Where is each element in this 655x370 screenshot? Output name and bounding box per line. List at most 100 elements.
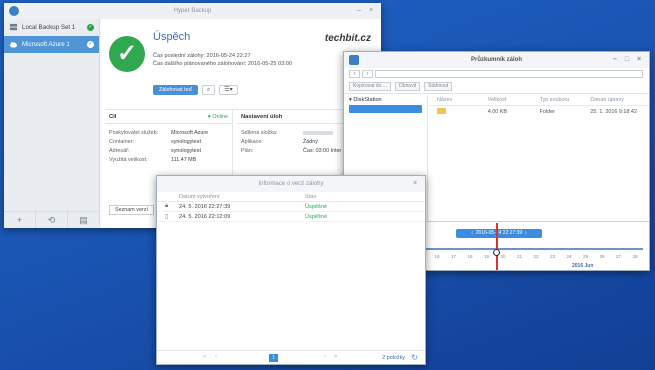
- explorer-titlebar[interactable]: Průzkumník záloh – □ ×: [344, 52, 649, 68]
- table-row[interactable]: 4.00 KB Folder 25. 1. 2016 9:18:42: [429, 106, 649, 117]
- timeline-marker: [496, 223, 498, 270]
- download-button[interactable]: Stáhnout: [424, 82, 453, 91]
- tree-root[interactable]: ▾ DiskStation: [344, 95, 427, 105]
- forward-icon[interactable]: ›: [362, 69, 373, 78]
- timeline-tick-label: 20: [500, 254, 506, 259]
- success-check-icon: ✓: [87, 41, 94, 48]
- maximize-icon[interactable]: □: [623, 56, 631, 64]
- next-backup-time: Čas dalšího plánovaného zálohování: 2016…: [153, 61, 293, 67]
- explorer-navigation: ‹ ›: [344, 68, 649, 79]
- page-number[interactable]: 1: [269, 354, 278, 362]
- document-icon: ▯: [165, 214, 169, 220]
- online-status: ● Online: [207, 113, 228, 120]
- back-icon[interactable]: ‹: [349, 69, 360, 78]
- success-check-icon: ✓: [87, 24, 94, 31]
- target-row: Adresář: synologytest: [105, 146, 232, 155]
- version-list-header: Datum vytvoření Stav: [157, 192, 425, 202]
- target-row: Poskytovatel služeb: Microsoft Azure: [105, 128, 232, 137]
- row-value: Čas: 03:00 Inter: [303, 147, 342, 154]
- item-count: 2 položky: [382, 355, 405, 361]
- cloud-icon: [9, 42, 18, 48]
- row-key: Sdílená složka:: [241, 129, 278, 136]
- version-status: Úspěšné: [305, 203, 328, 210]
- table-row[interactable]: 🔒︎ 24. 5. 2016 22:27:39 Úspěšné: [157, 202, 425, 212]
- row-value: 111.47 MB: [171, 156, 197, 163]
- minimize-icon[interactable]: –: [355, 7, 363, 15]
- timeline-tick-label: 22: [533, 254, 539, 259]
- row-value: Microsoft Azure: [171, 129, 209, 136]
- prev-page-icon[interactable]: ‹: [215, 354, 217, 360]
- first-page-icon[interactable]: «: [203, 354, 206, 360]
- copy-to-button[interactable]: Kopírovat do ...: [349, 82, 391, 91]
- add-icon[interactable]: +: [4, 212, 36, 228]
- column-header[interactable]: Datum vytvoření: [179, 194, 305, 200]
- version-list-button[interactable]: Seznam verzí: [109, 205, 154, 215]
- tree-root-label: DiskStation: [353, 97, 382, 103]
- file-type: Folder: [539, 108, 555, 115]
- task-item-local-backup[interactable]: Local Backup Set 1 ✓: [4, 19, 99, 36]
- table-row[interactable]: ▯ 24. 5. 2016 22:12:09 Úspěšné: [157, 212, 425, 222]
- close-icon[interactable]: ×: [411, 180, 419, 188]
- timeline-handle[interactable]: [493, 249, 500, 256]
- version-info-titlebar[interactable]: Informace o verzi zálohy ×: [157, 176, 425, 192]
- timeline-tick-label: 28: [632, 254, 638, 259]
- timeline-tick-label: 18: [467, 254, 473, 259]
- next-page-icon[interactable]: ›: [324, 354, 326, 360]
- app-logo-icon: [9, 6, 19, 16]
- column-header[interactable]: Typ souboru: [540, 97, 591, 103]
- column-header[interactable]: Název: [437, 97, 488, 103]
- backup-now-button[interactable]: Zálohovat teď: [153, 85, 198, 95]
- app-logo-icon: [349, 55, 359, 65]
- row-key: Poskytovatel služeb:: [109, 129, 159, 136]
- timeline-tick-label: 16: [434, 254, 440, 259]
- row-key: Container:: [109, 138, 134, 145]
- menu-icon[interactable]: ☰▾: [219, 85, 238, 95]
- target-header-label: Cíl: [109, 113, 117, 120]
- timeline-tick-label: 24: [566, 254, 572, 259]
- tree-item-selected[interactable]: [349, 105, 422, 113]
- sidebar-actions: + ⟲ ▤: [4, 211, 100, 228]
- column-header[interactable]: Datum úpravy: [590, 97, 649, 103]
- path-bar[interactable]: [375, 69, 643, 78]
- version-info-window: Informace o verzi zálohy × Datum vytvoře…: [156, 175, 426, 365]
- row-key: Adresář:: [109, 147, 130, 154]
- target-row: Využitá velikost: 111.47 MB: [105, 155, 232, 164]
- hyper-backup-titlebar[interactable]: Hyper Backup – ×: [4, 3, 381, 19]
- task-item-azure[interactable]: Microsoft Azure 1 ✓: [4, 36, 99, 53]
- minimize-icon[interactable]: –: [611, 56, 619, 64]
- column-header[interactable]: Velikost: [488, 97, 540, 103]
- file-modified: 25. 1. 2016 9:18:42: [590, 108, 637, 115]
- last-page-icon[interactable]: »: [334, 354, 337, 360]
- refresh-icon[interactable]: ↻: [411, 353, 418, 362]
- row-value: Žádný: [303, 138, 318, 145]
- timeline-tick-label: 19: [484, 254, 490, 259]
- file-size: 4.00 KB: [487, 108, 507, 115]
- row-value: synologytest: [171, 147, 201, 154]
- timeline-version-selector[interactable]: ‹ 2016-05-24 22:27:39 ›: [456, 229, 542, 238]
- watermark-logo: techbit.cz: [324, 33, 371, 44]
- target-header: Cíl ● Online: [105, 110, 232, 124]
- close-icon[interactable]: ×: [367, 7, 375, 15]
- target-row: Container: synologytest: [105, 137, 232, 146]
- column-header[interactable]: Stav: [305, 194, 316, 200]
- row-key: Plán:: [241, 147, 254, 154]
- file-list: Název Velikost Typ souboru Datum úpravy …: [429, 95, 649, 220]
- task-label: Microsoft Azure 1: [22, 41, 70, 48]
- explorer-title: Průzkumník záloh: [470, 57, 522, 63]
- version-date: 24. 5. 2016 22:27:39: [179, 203, 231, 210]
- task-label: Local Backup Set 1: [22, 24, 76, 31]
- lock-icon: 🔒︎: [165, 203, 169, 209]
- row-key: Aplikace:: [241, 138, 263, 145]
- timeline-tick-label: 25: [583, 254, 589, 259]
- hyper-backup-title: Hyper Backup: [173, 8, 212, 14]
- close-icon[interactable]: ×: [635, 56, 643, 64]
- log-icon[interactable]: ▤: [68, 212, 100, 228]
- version-info-title: Informace o verzi zálohy: [258, 181, 324, 187]
- restore-button[interactable]: Obnovit: [394, 82, 421, 91]
- task-sidebar: Local Backup Set 1 ✓ Microsoft Azure 1 ✓…: [4, 19, 100, 228]
- restore-history-icon[interactable]: ⟲: [36, 212, 68, 228]
- timeline-tick-label: 23: [550, 254, 556, 259]
- timeline-tick-label: 26: [599, 254, 605, 259]
- search-icon[interactable]: ⌕: [202, 85, 215, 95]
- last-backup-time: Čas poslední zálohy: 2016-05-24 22:27: [153, 53, 251, 59]
